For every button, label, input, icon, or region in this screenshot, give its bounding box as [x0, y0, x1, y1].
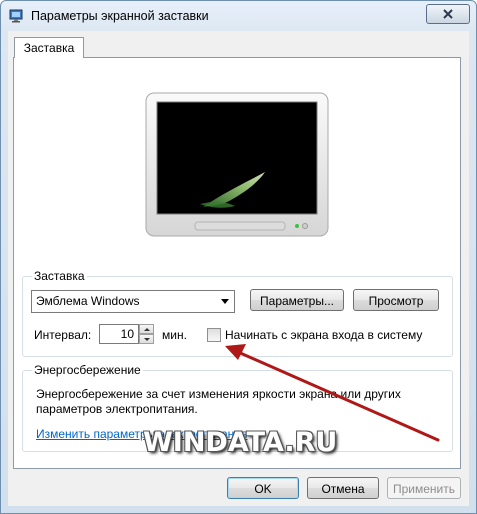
- power-description-line2: параметров электропитания.: [36, 402, 198, 416]
- settings-button[interactable]: Параметры...: [250, 289, 344, 311]
- power-description-line1: Энергосбережение за счет изменения яркос…: [36, 387, 401, 401]
- screensaver-select-value: Эмблема Windows: [36, 294, 140, 308]
- spin-up-button[interactable]: [139, 324, 154, 334]
- apply-button[interactable]: Применить: [387, 477, 461, 499]
- display-properties-icon: [9, 9, 23, 23]
- close-button[interactable]: [426, 4, 470, 24]
- arrow-up-icon: [144, 328, 150, 331]
- logon-checkbox[interactable]: [207, 328, 221, 342]
- interval-label: Интервал:: [34, 328, 92, 342]
- window-title: Параметры экранной заставки: [31, 9, 209, 23]
- chevron-down-icon: [221, 299, 229, 304]
- ok-button[interactable]: OK: [227, 477, 299, 499]
- close-icon: [443, 9, 453, 19]
- interval-input[interactable]: 10: [99, 324, 139, 344]
- interval-stepper[interactable]: [139, 324, 154, 344]
- screensaver-group-label: Заставка: [32, 269, 87, 283]
- logon-checkbox-label[interactable]: Начинать с экрана входа в систему: [225, 328, 422, 342]
- title-bar[interactable]: Параметры экранной заставки: [1, 1, 476, 31]
- screensaver-select[interactable]: Эмблема Windows: [31, 290, 235, 313]
- arrow-down-icon: [144, 338, 150, 341]
- watermark-text: WINDATA.RU: [143, 427, 338, 458]
- cancel-button[interactable]: Отмена: [307, 477, 379, 499]
- spin-down-button[interactable]: [139, 334, 154, 344]
- preview-button[interactable]: Просмотр: [353, 289, 439, 311]
- power-group-label: Энергосбережение: [32, 363, 143, 377]
- screensaver-preview-monitor: [145, 92, 329, 237]
- interval-unit: мин.: [162, 328, 187, 342]
- tab-screensaver[interactable]: Заставка: [14, 37, 84, 58]
